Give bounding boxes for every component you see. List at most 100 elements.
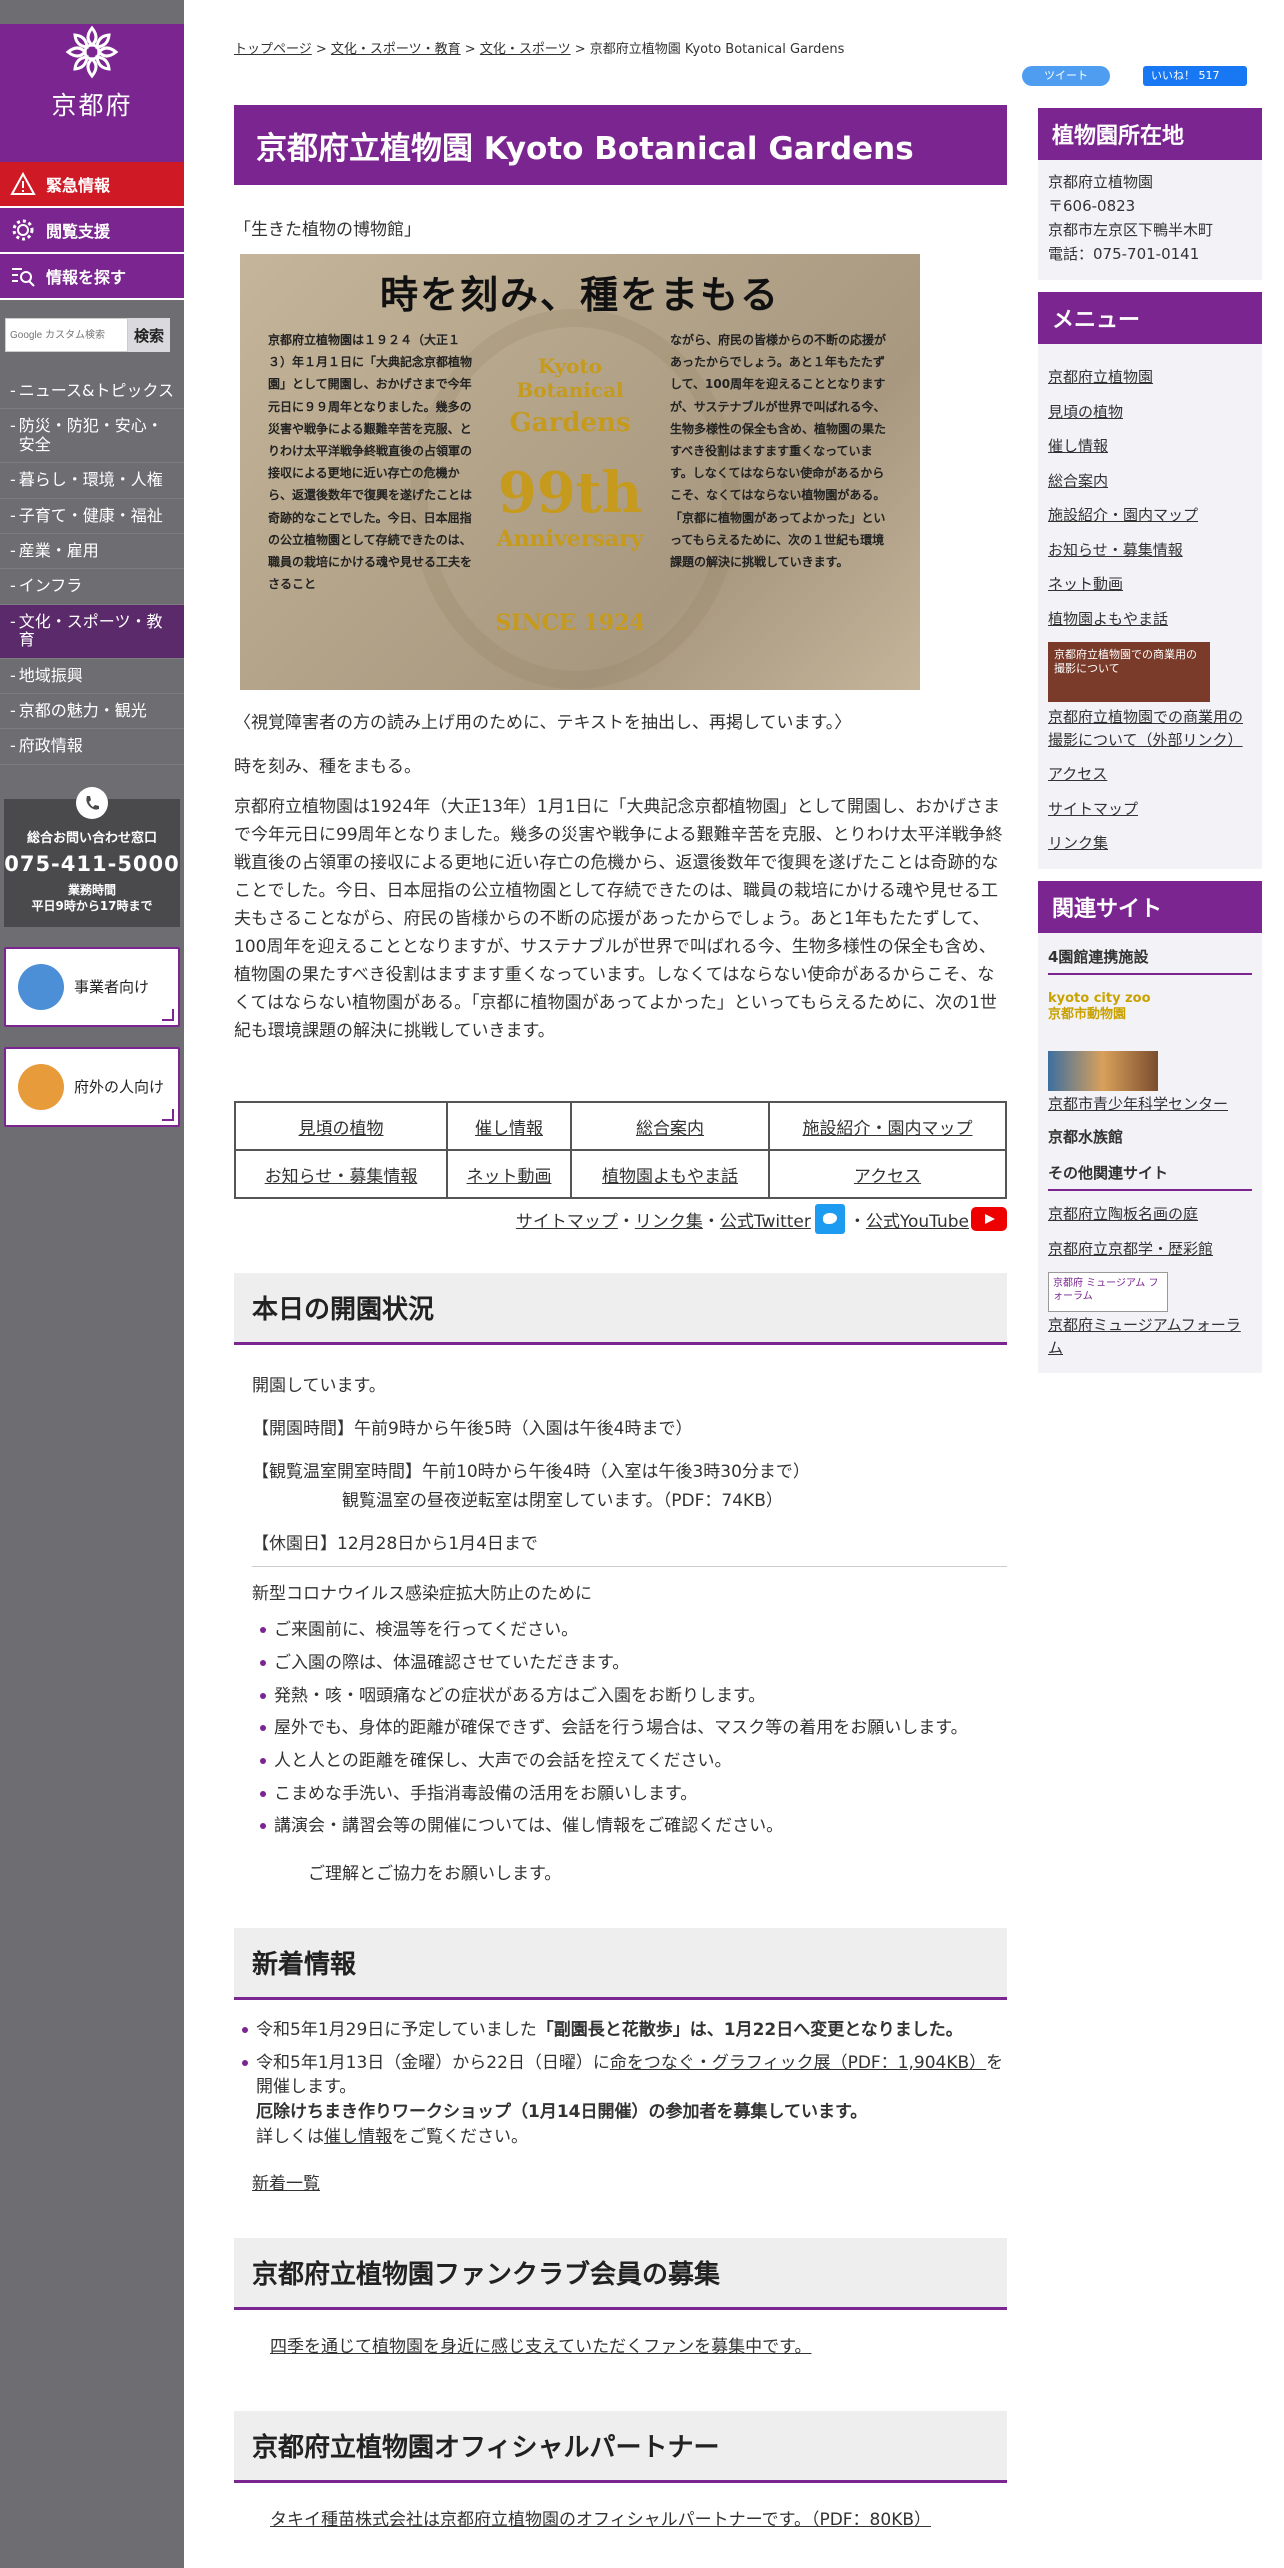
crumb-current: 京都府立植物園 Kyoto Botanical Gardens [589, 42, 845, 57]
find-info-button[interactable]: 情報を探す [0, 254, 184, 300]
body-text: 京都府立植物園は1924年（大正13年）1月1日に「大典記念京都植物園」として開… [234, 797, 1003, 1042]
related-link[interactable]: 京都府立京都学・歴彩館 [1048, 1238, 1252, 1261]
menu-box: 京都府立植物園 見頃の植物 催し情報 総合案内 施設紹介・園内マップ お知らせ・… [1038, 344, 1262, 869]
tweet-button[interactable]: ツイート [1022, 66, 1110, 86]
nav-item-living[interactable]: - 暮らし・環境・人権 [0, 463, 184, 499]
location-line: 電話：075-701-0141 [1048, 245, 1200, 263]
nav-item-infra[interactable]: - インフラ [0, 569, 184, 605]
crumb-culture-sports[interactable]: 文化・スポーツ [480, 42, 571, 57]
twitter-link[interactable]: 公式Twitter [720, 1207, 811, 1232]
list-item: 講演会・講習会等の開催については、催し情報をご確認ください。 [252, 1814, 1007, 1839]
list-item: こまめな手洗い、手指消毒設備の活用をお願いします。 [252, 1782, 1007, 1807]
news-text: 令和5年1月13日（金曜）から22日（日曜）に [256, 2052, 610, 2073]
partner-link[interactable]: タキイ種苗株式会社は京都府立植物園のオフィシャルパートナーです。（PDF：80K… [270, 2510, 931, 2530]
sitemap-link[interactable]: サイトマップ [516, 1207, 618, 1232]
crumb-culture[interactable]: 文化・スポーツ・教育 [331, 42, 461, 57]
covid-title: 新型コロナウイルス感染症拡大防止のために [252, 1584, 592, 1605]
menu-link[interactable]: サイトマップ [1048, 798, 1252, 821]
thanks-text: ご理解とご協力をお願いします。 [308, 1863, 562, 1884]
contact-phone[interactable]: 075-411-5000 [4, 852, 180, 876]
link-facility-map[interactable]: 施設紹介・園内マップ [803, 1119, 973, 1139]
menu-link[interactable]: 催し情報 [1048, 435, 1252, 458]
detail-text: 詳しくは [256, 2126, 324, 2147]
nav-item-industry[interactable]: - 産業・雇用 [0, 534, 184, 570]
nav-item-government[interactable]: - 府政情報 [0, 729, 184, 765]
menu-link[interactable]: 総合案内 [1048, 470, 1252, 493]
menu-link[interactable]: リンク集 [1048, 832, 1252, 855]
nav-label: インフラ [18, 576, 83, 596]
poster-title: 時を刻み、種をまもる [379, 273, 780, 317]
zoo-banner[interactable]: kyoto city zoo 京都市動物園 [1048, 987, 1168, 1039]
site-search: 検索 [5, 318, 179, 352]
graphic-exhibit-link[interactable]: 命をつなぐ・グラフィック展（PDF：1,904KB） [610, 2053, 986, 2073]
nav-item-news[interactable]: - ニュース&トピックス [0, 374, 184, 410]
filming-banner[interactable]: 京都府立植物園での商業用の撮影について [1048, 642, 1210, 702]
menu-link[interactable]: 植物園よもやま話 [1048, 608, 1252, 631]
alt-caption: 〈視覚障害者の方の読み上げ用のために、テキストを抽出し、再掲しています。〉 [234, 713, 852, 733]
fanclub-link[interactable]: 四季を通じて植物園を身近に感じ支えていただくファンを募集中です。 [270, 2337, 811, 2357]
list-item: ご入園の際は、体温確認させていただきます。 [252, 1651, 1007, 1676]
accessibility-label: 閲覧支援 [46, 222, 111, 241]
tweet-label: ツイート [1044, 69, 1088, 82]
contact-title: 総合お問い合わせ窓口 [26, 830, 157, 846]
business-button[interactable]: 事業者向け [4, 946, 180, 1027]
science-center-banner[interactable] [1048, 1050, 1158, 1091]
search-button[interactable]: 検索 [128, 318, 170, 352]
museum-forum-link[interactable]: 京都府ミュージアムフォーラム [1048, 1314, 1252, 1359]
status-heading: 本日の開園状況 [234, 1273, 1007, 1346]
museum-forum-banner[interactable]: 京都府 ミュージアム フォーラム [1048, 1272, 1168, 1312]
filming-link[interactable]: 京都府立植物園での商業用の撮影について（外部リンク） [1048, 706, 1252, 751]
link-guide[interactable]: 総合案内 [636, 1119, 704, 1139]
partner-section: タキイ種苗株式会社は京都府立植物園のオフィシャルパートナーです。（PDF：80K… [234, 2505, 1007, 2530]
dot-sep: ・ [617, 1211, 635, 1232]
links-link[interactable]: リンク集 [635, 1207, 703, 1232]
menu-link[interactable]: 京都府立植物園 [1048, 366, 1252, 389]
corner-arrow-icon [162, 1008, 174, 1021]
main-content: トップページ > 文化・スポーツ・教育 > 文化・スポーツ > 京都府立植物園 … [234, 0, 1007, 2530]
search-input[interactable] [5, 318, 128, 352]
crumb-top[interactable]: トップページ [234, 42, 312, 57]
nav-label: 文化・スポーツ・教育 [18, 611, 163, 650]
search-list-icon [12, 268, 35, 287]
link-highlight-plants[interactable]: 見頃の植物 [299, 1119, 384, 1139]
closed-days: 【休園日】12月28日から1月4日まで [252, 1534, 538, 1555]
link-stories[interactable]: 植物園よもやま話 [602, 1167, 738, 1187]
outside-button[interactable]: 府外の人向け [4, 1046, 180, 1127]
menu-link[interactable]: 見頃の植物 [1048, 401, 1252, 424]
youtube-icon[interactable] [971, 1207, 1007, 1232]
fanclub-heading: 京都府立植物園ファンクラブ会員の募集 [234, 2238, 1007, 2311]
link-notices[interactable]: お知らせ・募集情報 [265, 1167, 418, 1187]
site-name: 京都府 [51, 91, 133, 120]
menu-link[interactable]: ネット動画 [1048, 573, 1252, 596]
menu-link[interactable]: お知らせ・募集情報 [1048, 539, 1252, 562]
link-videos[interactable]: ネット動画 [467, 1167, 552, 1187]
youtube-link[interactable]: 公式YouTube [866, 1207, 969, 1232]
link-events[interactable]: 催し情報 [475, 1119, 543, 1139]
nav-item-culture[interactable]: - 文化・スポーツ・教育 [0, 604, 184, 659]
nav-item-childcare[interactable]: - 子育て・健康・福祉 [0, 499, 184, 534]
menu-link[interactable]: アクセス [1048, 763, 1252, 786]
twitter-icon[interactable] [814, 1204, 845, 1235]
events-link[interactable]: 催し情報 [324, 2127, 392, 2147]
greenhouse-notice-link[interactable]: 観覧温室の昼夜逆転室は閉室しています。（PDF：74KB） [342, 1491, 783, 1511]
kyoto-emblem-icon [65, 25, 119, 79]
emergency-button[interactable]: 緊急情報 [0, 162, 184, 208]
poster-center2: Gardens [509, 408, 631, 438]
news-section: 令和5年1月29日に予定していました「副園長と花散歩」は、1月22日へ変更となり… [234, 2018, 1007, 2194]
news-list-link[interactable]: 新着一覧 [252, 2174, 320, 2194]
science-center-link[interactable]: 京都市青少年科学センター [1048, 1093, 1252, 1116]
menu-link[interactable]: 施設紹介・園内マップ [1048, 504, 1252, 527]
poster-center: Kyoto Botanical Gardens 99th Anniversary… [495, 354, 645, 636]
nav-label: 府政情報 [18, 736, 83, 756]
accessibility-button[interactable]: 閲覧支援 [0, 208, 184, 254]
nav-item-region[interactable]: - 地域振興 [0, 659, 184, 694]
like-button[interactable]: いいね！ 517 [1143, 66, 1247, 86]
kyoto-logo[interactable]: 京都府 [0, 24, 184, 162]
related-link[interactable]: 京都府立陶板名画の庭 [1048, 1203, 1252, 1226]
news-text: 令和5年1月29日に予定していました [256, 2019, 537, 2040]
aquarium-label[interactable]: 京都水族館 [1048, 1125, 1252, 1149]
nav-item-tourism[interactable]: - 京都の魅力・観光 [0, 694, 184, 730]
menu-heading: メニュー [1038, 292, 1262, 344]
link-access[interactable]: アクセス [854, 1167, 921, 1187]
nav-item-safety[interactable]: - 防災・防犯・安心・安全 [0, 409, 184, 464]
